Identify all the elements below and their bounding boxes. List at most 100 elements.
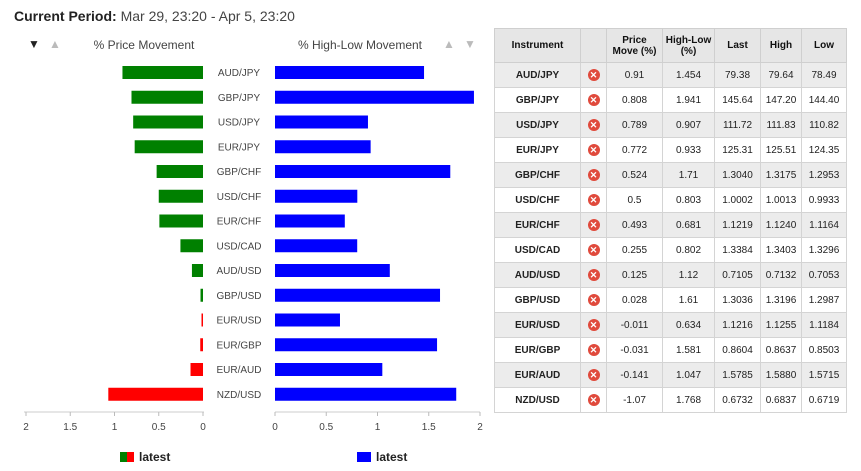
col-high-cell: 1.1255 [760, 312, 802, 338]
movement-charts: ▼ ▲ % Price Movement % High-Low Movement… [23, 37, 483, 464]
col-last-cell: 1.1216 [714, 312, 761, 338]
table-row: EUR/CHF ✕ 0.493 0.681 1.1219 1.1240 1.1164 [494, 212, 847, 238]
highlow-bar [275, 264, 390, 277]
table-row: EUR/AUD ✕ -0.141 1.047 1.5785 1.5880 1.5715 [494, 362, 847, 388]
col-high-cell: 79.64 [760, 62, 802, 88]
col-price-move-cell: -1.07 [606, 387, 663, 413]
instrument-cell: AUD/USD [494, 262, 581, 288]
remove-cell: ✕ [580, 112, 607, 138]
instrument-cell: USD/CHF [494, 187, 581, 213]
remove-cell: ✕ [580, 337, 607, 363]
col-instrument-header: Instrument [494, 28, 581, 63]
col-low-cell: 1.2987 [801, 287, 847, 313]
col-price-move-cell: 0.91 [606, 62, 663, 88]
remove-icon[interactable]: ✕ [587, 219, 600, 231]
remove-icon[interactable]: ✕ [587, 169, 600, 181]
highlow-bar [275, 363, 383, 376]
highlow-bar [275, 338, 438, 352]
col-high-cell: 1.3403 [760, 237, 802, 263]
table-row: NZD/USD ✕ -1.07 1.768 0.6732 0.6837 0.6719 [494, 387, 847, 413]
price-tick-label: 2 [23, 422, 29, 433]
col-high-cell: 125.51 [760, 137, 802, 163]
highlow-bar [275, 189, 358, 203]
price-bar [159, 214, 203, 228]
col-high-low-cell: 1.71 [662, 162, 715, 188]
price-movement-header[interactable]: % Price Movement [94, 38, 195, 52]
highlow-bar [275, 90, 474, 104]
price-bar [158, 189, 203, 203]
highlow-bar [275, 239, 358, 253]
table-row: AUD/JPY ✕ 0.91 1.454 79.38 79.64 78.49 [494, 62, 847, 88]
remove-cell: ✕ [580, 237, 607, 263]
table-row: USD/JPY ✕ 0.789 0.907 111.72 111.83 110.82 [494, 112, 847, 138]
price-bar [201, 313, 203, 327]
price-bar [134, 140, 203, 154]
price-bar [180, 239, 203, 253]
pair-label: EUR/AUD [216, 365, 261, 376]
instrument-cell: GBP/CHF [494, 162, 581, 188]
remove-icon[interactable]: ✕ [587, 119, 600, 131]
pair-label: USD/JPY [218, 118, 261, 129]
highlow-tick-label: 1 [375, 422, 381, 433]
instrument-cell: GBP/USD [494, 287, 581, 313]
remove-cell: ✕ [580, 62, 607, 88]
col-low-cell: 1.2953 [801, 162, 847, 188]
col-high-cell: 1.5880 [760, 362, 802, 388]
col-high-cell: 1.0013 [760, 187, 802, 213]
col-low-cell: 124.35 [801, 137, 847, 163]
remove-cell: ✕ [580, 187, 607, 213]
remove-icon[interactable]: ✕ [587, 244, 600, 256]
remove-icon[interactable]: ✕ [587, 394, 600, 406]
col-price-move-cell: -0.011 [606, 312, 663, 338]
remove-icon[interactable]: ✕ [587, 69, 600, 81]
col-high-header: High [760, 28, 802, 63]
remove-icon[interactable]: ✕ [587, 319, 600, 331]
col-low-cell: 144.40 [801, 87, 847, 113]
remove-icon[interactable]: ✕ [587, 369, 600, 381]
price-tick-label: 1 [112, 422, 118, 433]
col-last-cell: 1.0002 [714, 187, 761, 213]
instrument-cell: EUR/USD [494, 312, 581, 338]
pair-label: GBP/CHF [217, 167, 261, 178]
remove-icon[interactable]: ✕ [587, 294, 600, 306]
highlow-bar [275, 115, 368, 129]
col-high-low-cell: 1.768 [662, 387, 715, 413]
pair-label: EUR/GBP [216, 340, 261, 351]
highlow-tick-label: 0.5 [319, 422, 333, 433]
pair-label: USD/CAD [216, 241, 261, 252]
col-low-cell: 0.9933 [801, 187, 847, 213]
sort-asc-icon[interactable]: ▲ [49, 37, 61, 51]
sort-asc-icon-right[interactable]: ▲ [443, 37, 455, 51]
remove-icon[interactable]: ✕ [587, 94, 600, 106]
col-last-cell: 0.8604 [714, 337, 761, 363]
col-price-move-cell: -0.141 [606, 362, 663, 388]
remove-icon[interactable]: ✕ [587, 194, 600, 206]
col-high-low-cell: 0.634 [662, 312, 715, 338]
col-low-cell: 0.6719 [801, 387, 847, 413]
col-high-cell: 0.7132 [760, 262, 802, 288]
col-high-low-cell: 1.61 [662, 287, 715, 313]
price-legend-label: latest [139, 450, 170, 464]
table-row: GBP/USD ✕ 0.028 1.61 1.3036 1.3196 1.2987 [494, 287, 847, 313]
col-high-low-cell: 0.681 [662, 212, 715, 238]
col-high-cell: 0.8637 [760, 337, 802, 363]
sort-desc-icon-right[interactable]: ▼ [464, 37, 476, 51]
col-low-cell: 0.8503 [801, 337, 847, 363]
highlow-movement-header[interactable]: % High-Low Movement [298, 38, 423, 52]
price-tick-label: 0.5 [152, 422, 166, 433]
col-price-move-cell: 0.493 [606, 212, 663, 238]
instrument-cell: EUR/CHF [494, 212, 581, 238]
price-bar [133, 115, 203, 129]
sort-desc-icon[interactable]: ▼ [28, 37, 40, 51]
remove-icon[interactable]: ✕ [587, 344, 600, 356]
remove-icon[interactable]: ✕ [587, 269, 600, 281]
table-row: EUR/USD ✕ -0.011 0.634 1.1216 1.1255 1.1184 [494, 312, 847, 338]
remove-icon[interactable]: ✕ [587, 144, 600, 156]
instrument-cell: GBP/JPY [494, 87, 581, 113]
col-price-move-cell: 0.808 [606, 87, 663, 113]
legend-swatch-positive [120, 452, 127, 462]
highlow-tick-label: 1.5 [422, 422, 436, 433]
col-high-low-cell: 0.803 [662, 187, 715, 213]
col-price-move-header: Price Move (%) [606, 28, 663, 63]
table-row: GBP/JPY ✕ 0.808 1.941 145.64 147.20 144.40 [494, 87, 847, 113]
